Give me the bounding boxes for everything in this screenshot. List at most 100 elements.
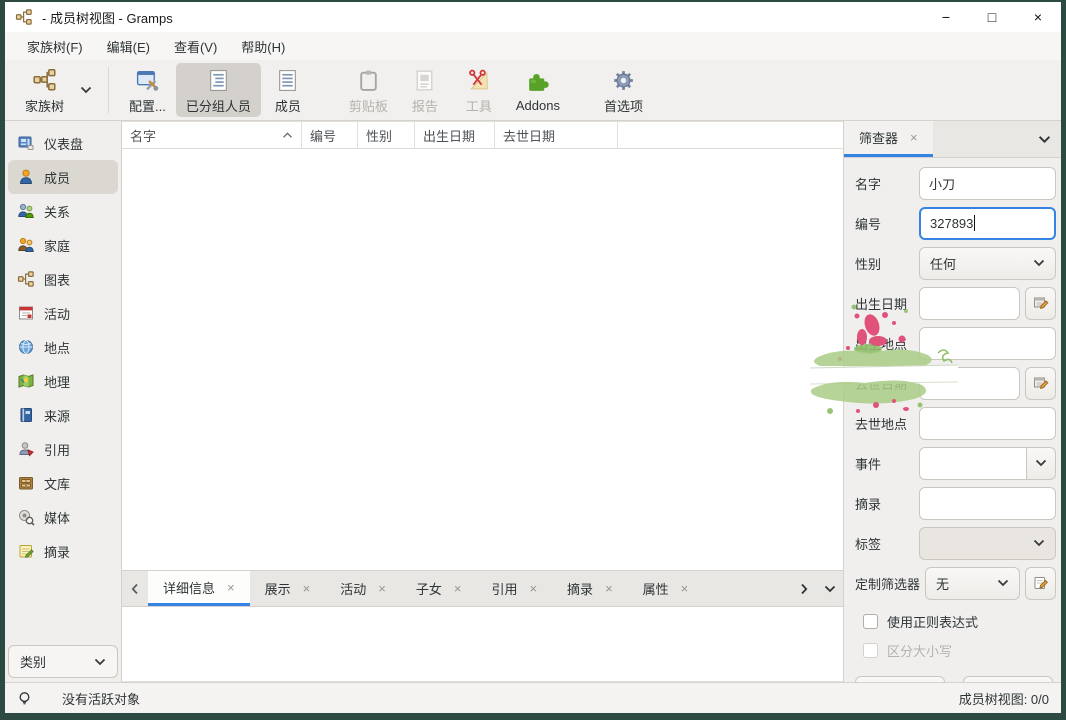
people-label: 成员 bbox=[275, 96, 301, 115]
close-button[interactable]: × bbox=[1015, 2, 1061, 32]
sidebar-item-people[interactable]: 成员 bbox=[8, 160, 118, 194]
tab-close-icon[interactable]: × bbox=[605, 581, 613, 596]
sidebar-item-geography[interactable]: 地理 bbox=[8, 364, 118, 398]
sidebar-item-notes[interactable]: 摘录 bbox=[8, 534, 118, 568]
sidebar-item-label: 文库 bbox=[44, 474, 70, 493]
filter-row-death-place: 去世地点 bbox=[855, 406, 1056, 440]
charts-tree-icon bbox=[17, 270, 35, 288]
death-date-input[interactable] bbox=[919, 367, 1020, 400]
tab-events[interactable]: 活动 × bbox=[325, 571, 401, 606]
preferences-button[interactable]: 首选项 bbox=[594, 63, 653, 117]
tab-close-icon[interactable]: × bbox=[454, 581, 462, 596]
tab-gallery[interactable]: 展示 × bbox=[250, 571, 326, 606]
reset-button[interactable]: 重设 bbox=[963, 676, 1053, 682]
people-table-body[interactable] bbox=[122, 149, 843, 570]
regex-checkbox[interactable] bbox=[863, 614, 878, 629]
reports-button: 报告 bbox=[398, 63, 452, 117]
toolbar: 家族树 配置... 已分组人员 成员 bbox=[5, 60, 1061, 121]
sidebar-item-repositories[interactable]: 文库 bbox=[8, 466, 118, 500]
panel-menu-chevron-icon[interactable] bbox=[1027, 121, 1061, 157]
birth-place-input[interactable] bbox=[919, 327, 1056, 360]
minimize-button[interactable]: − bbox=[923, 2, 969, 32]
filter-buttons-row: 查找(F) 重设 bbox=[855, 676, 1056, 682]
sidebar-item-label: 地理 bbox=[44, 372, 70, 391]
tabs-menu-chevron-icon[interactable] bbox=[817, 571, 843, 606]
people-button[interactable]: 成员 bbox=[261, 63, 315, 117]
tabs-scroll-right-icon[interactable] bbox=[791, 571, 817, 606]
menu-edit[interactable]: 编辑(E) bbox=[97, 33, 160, 60]
name-input[interactable]: 小刀 bbox=[919, 167, 1056, 200]
grouped-people-button[interactable]: 已分组人员 bbox=[176, 63, 261, 117]
sidebar-item-label: 引用 bbox=[44, 440, 70, 459]
column-header-id[interactable]: 编号 bbox=[302, 122, 358, 148]
tab-attributes[interactable]: 属性 × bbox=[628, 571, 704, 606]
death-place-input[interactable] bbox=[919, 407, 1056, 440]
sidebar-item-label: 活动 bbox=[44, 304, 70, 323]
death-date-calendar-button[interactable] bbox=[1025, 367, 1056, 400]
content-area: 仪表盘 成员 关系 家庭 图表 活动 bbox=[5, 121, 1061, 682]
addons-button[interactable]: Addons bbox=[506, 63, 570, 117]
sidebar-item-charts[interactable]: 图表 bbox=[8, 262, 118, 296]
column-header-birth-date[interactable]: 出生日期 bbox=[415, 122, 495, 148]
custom-filter-dropdown[interactable]: 无 bbox=[925, 567, 1020, 600]
person-icon bbox=[17, 168, 35, 186]
tabs-scroll-left-icon[interactable] bbox=[122, 571, 148, 606]
event-input[interactable] bbox=[919, 447, 1026, 480]
id-label: 编号 bbox=[855, 214, 919, 233]
sidebar-item-media[interactable]: 媒体 bbox=[8, 500, 118, 534]
reports-icon bbox=[412, 67, 437, 93]
id-input[interactable]: 327893 bbox=[919, 207, 1056, 240]
family-tree-button[interactable]: 家族树 bbox=[15, 63, 74, 117]
tab-details[interactable]: 详细信息 × bbox=[148, 571, 250, 606]
tab-close-icon[interactable]: × bbox=[303, 581, 311, 596]
column-header-gender[interactable]: 性别 bbox=[358, 122, 415, 148]
column-header-death-date[interactable]: 去世日期 bbox=[495, 122, 618, 148]
tab-close-icon[interactable]: × bbox=[910, 130, 918, 145]
find-button[interactable]: 查找(F) bbox=[855, 676, 945, 682]
gender-dropdown[interactable]: 任何 bbox=[919, 247, 1056, 280]
chevron-down-icon bbox=[94, 658, 106, 666]
tab-notes[interactable]: 摘录 × bbox=[552, 571, 628, 606]
tab-children[interactable]: 子女 × bbox=[401, 571, 477, 606]
maximize-button[interactable]: □ bbox=[969, 2, 1015, 32]
sidebar-item-families[interactable]: 家庭 bbox=[8, 228, 118, 262]
sidebar-item-relationships[interactable]: 关系 bbox=[8, 194, 118, 228]
sidebar-item-label: 来源 bbox=[44, 406, 70, 425]
tab-close-icon[interactable]: × bbox=[378, 581, 386, 596]
tab-close-icon[interactable]: × bbox=[227, 580, 235, 595]
event-dropdown-button[interactable] bbox=[1026, 447, 1056, 480]
configure-button[interactable]: 配置... bbox=[119, 63, 176, 117]
sidebar-item-dashboard[interactable]: 仪表盘 bbox=[8, 126, 118, 160]
chevron-down-icon bbox=[997, 579, 1009, 587]
chevron-down-icon bbox=[1035, 459, 1047, 467]
menu-family-tree[interactable]: 家族树(F) bbox=[17, 33, 93, 60]
sidebar-item-events[interactable]: 活动 bbox=[8, 296, 118, 330]
menu-help[interactable]: 帮助(H) bbox=[231, 33, 295, 60]
sidebar-item-citations[interactable]: 引用 bbox=[8, 432, 118, 466]
family-tree-dropdown[interactable] bbox=[74, 63, 98, 117]
filter-row-death-date: 去世日期 bbox=[855, 366, 1056, 400]
chevron-down-icon bbox=[1033, 539, 1045, 547]
category-dropdown[interactable]: 类别 bbox=[8, 645, 118, 678]
regex-checkbox-row: 使用正则表达式 bbox=[855, 610, 1056, 633]
tab-filter[interactable]: 筛查器 × bbox=[844, 121, 933, 157]
tab-close-icon[interactable]: × bbox=[681, 581, 689, 596]
tools-label: 工具 bbox=[466, 96, 492, 115]
birth-date-input[interactable] bbox=[919, 287, 1020, 320]
tab-close-icon[interactable]: × bbox=[529, 581, 537, 596]
sidebar-item-sources[interactable]: 来源 bbox=[8, 398, 118, 432]
edit-custom-filter-button[interactable] bbox=[1025, 567, 1056, 600]
birth-date-label: 出生日期 bbox=[855, 294, 919, 313]
tab-citations[interactable]: 引用 × bbox=[476, 571, 552, 606]
note-input[interactable] bbox=[919, 487, 1056, 520]
sidebar-item-places[interactable]: 地点 bbox=[8, 330, 118, 364]
column-header-name[interactable]: 名字 bbox=[122, 122, 302, 148]
menu-view[interactable]: 查看(V) bbox=[164, 33, 227, 60]
case-sensitive-checkbox bbox=[863, 643, 878, 658]
tag-dropdown[interactable] bbox=[919, 527, 1056, 560]
birth-date-calendar-button[interactable] bbox=[1025, 287, 1056, 320]
notes-icon bbox=[17, 542, 35, 560]
geography-map-icon bbox=[17, 372, 35, 390]
configure-label: 配置... bbox=[129, 96, 166, 115]
families-icon bbox=[17, 236, 35, 254]
